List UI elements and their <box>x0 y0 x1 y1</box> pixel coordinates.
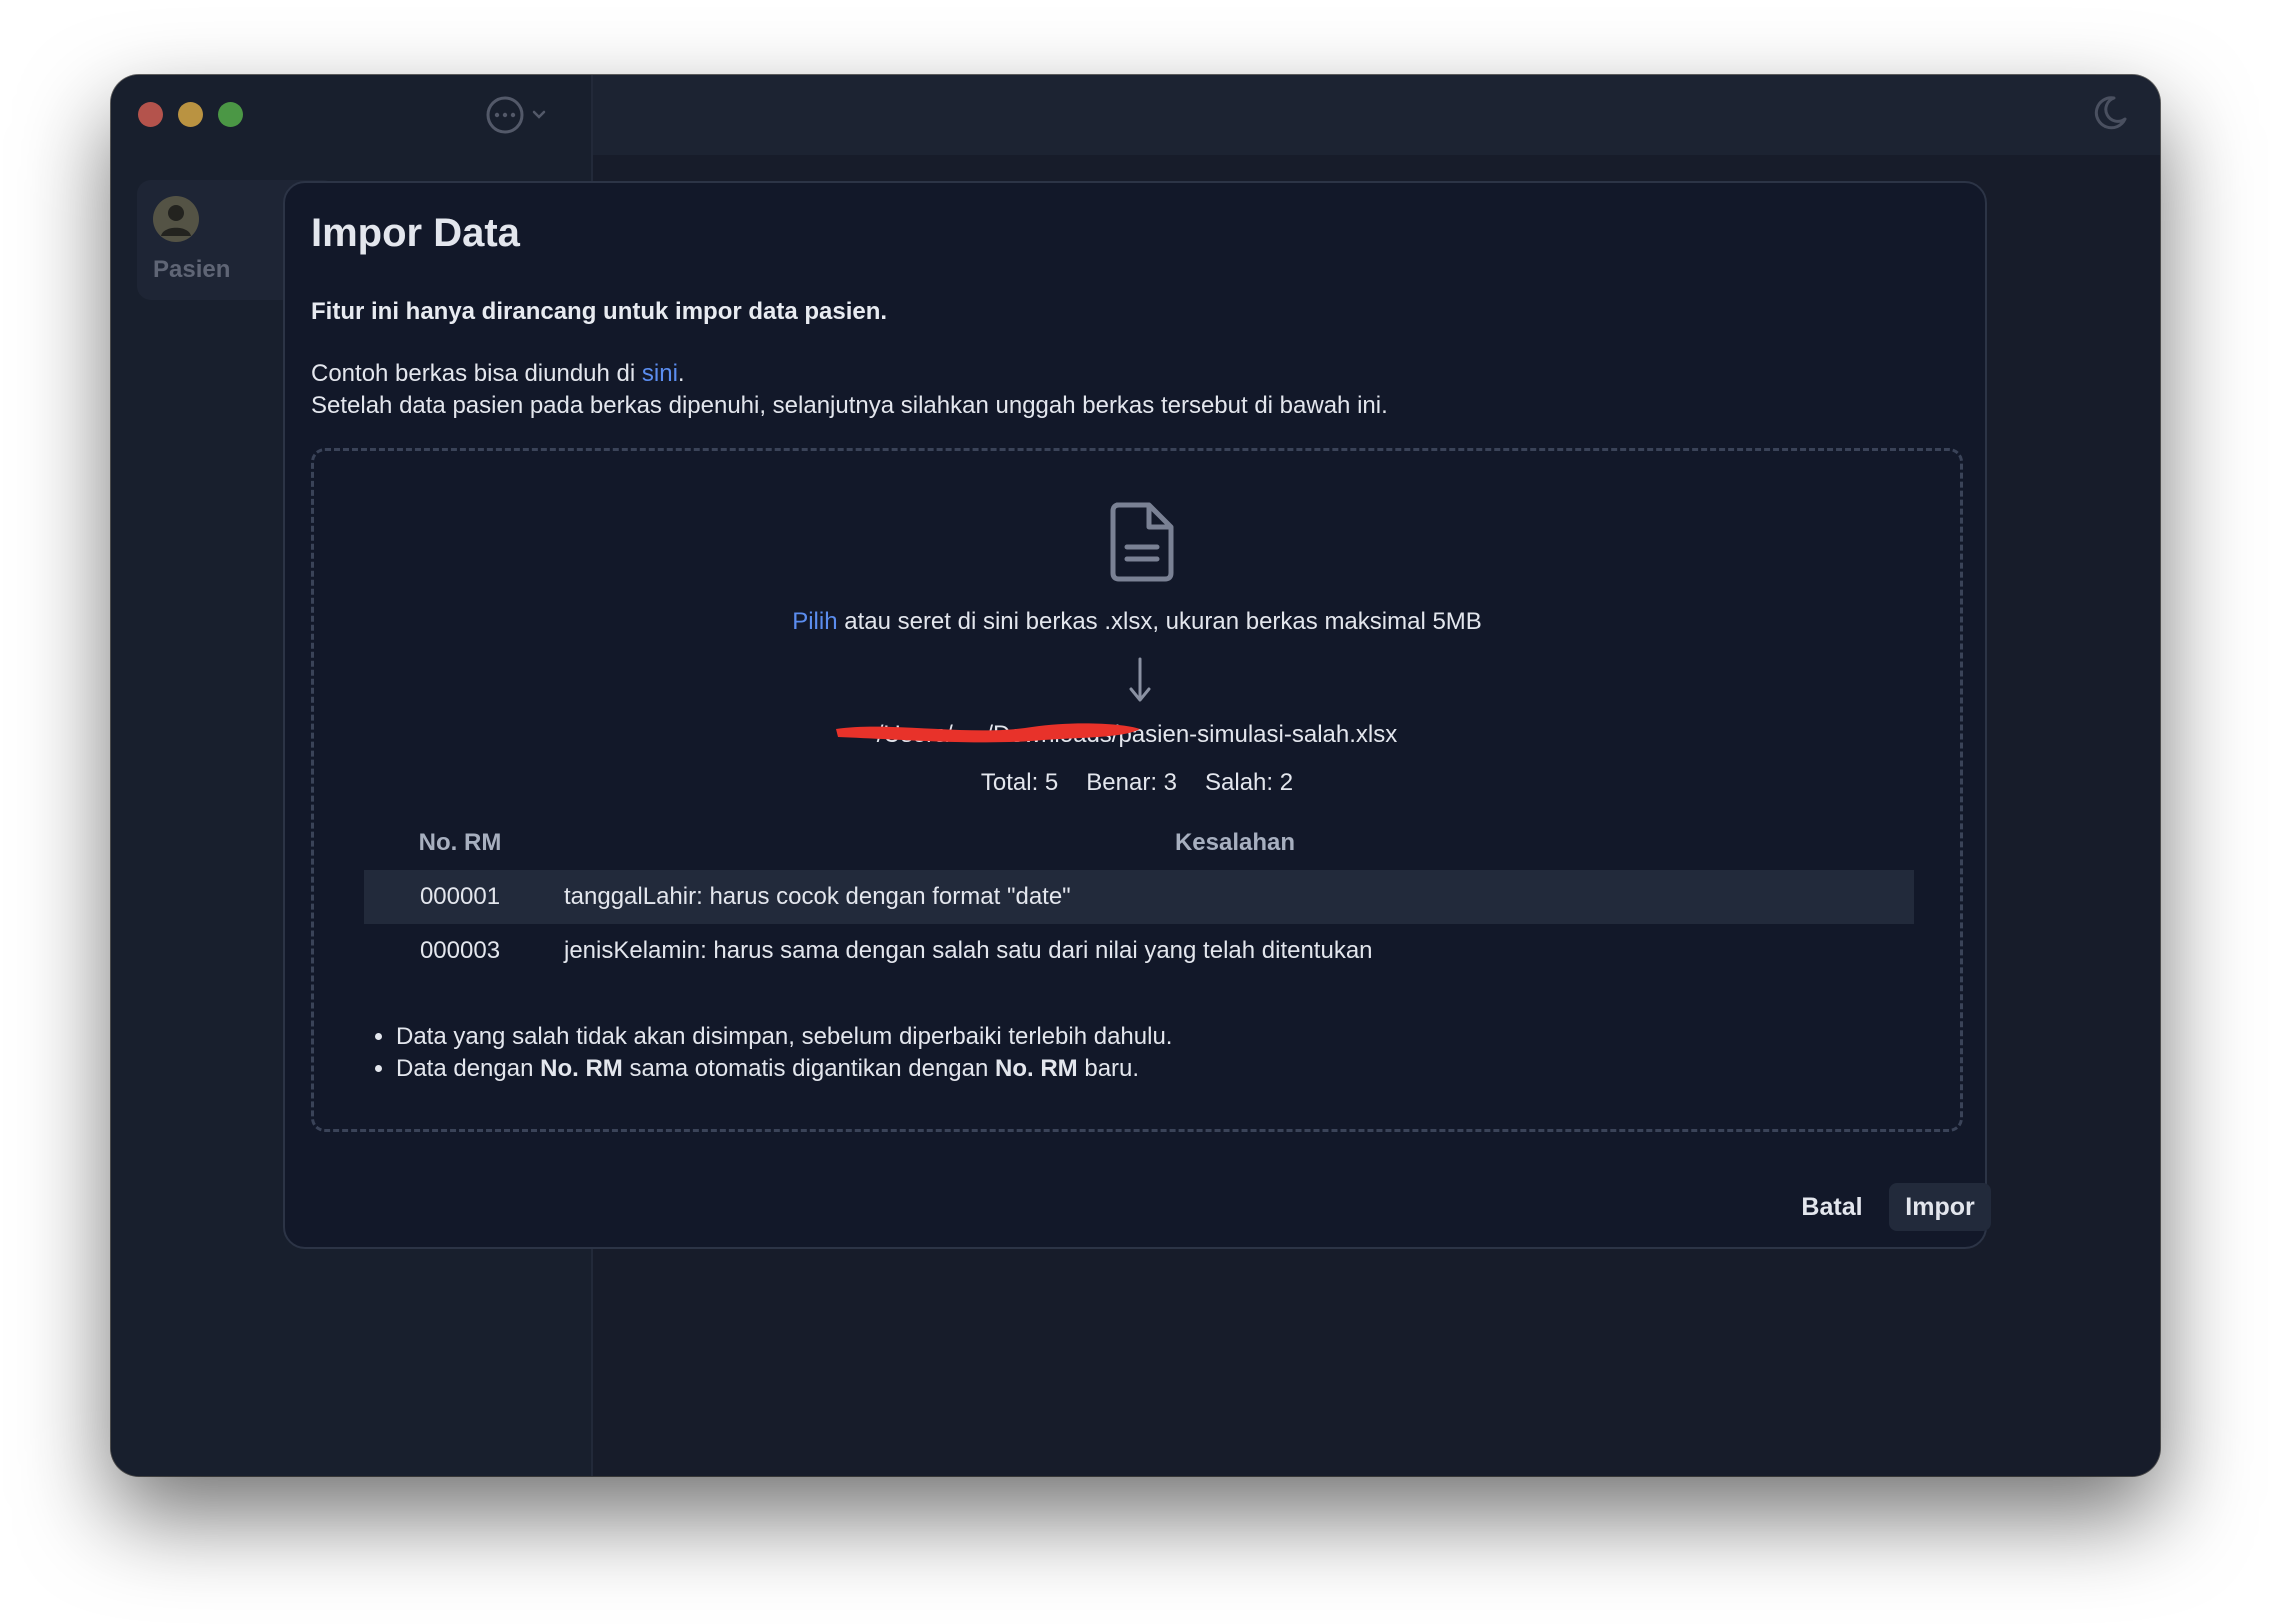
cancel-button[interactable]: Batal <box>1777 1183 1887 1231</box>
dialog-title: Impor Data <box>311 211 520 255</box>
error-table: No. RM Kesalahan 000001 tanggalLahir: ha… <box>364 816 1914 978</box>
import-dialog: Impor Data Fitur ini hanya dirancang unt… <box>283 181 1991 1249</box>
sample-suffix: . <box>677 360 685 387</box>
stat-total: Total: 5 <box>980 769 1059 796</box>
note-bold: No. RM <box>995 1055 1078 1082</box>
document-icon <box>1110 502 1174 582</box>
table-row: 000001 tanggalLahir: harus cocok dengan … <box>364 870 1914 924</box>
note-text: sama otomatis digantikan dengan <box>622 1055 996 1082</box>
drop-instruction: atau seret di sini berkas .xlsx, ukuran … <box>837 608 1482 635</box>
dialog-notice: Fitur ini hanya dirancang untuk impor da… <box>311 298 888 325</box>
sample-download-link[interactable]: sini <box>642 360 678 387</box>
note-item: Data dengan No. RM sama otomatis diganti… <box>396 1053 1172 1085</box>
arrow-down-icon <box>1129 657 1151 702</box>
import-notes: Data yang salah tidak akan disimpan, seb… <box>364 1021 1172 1085</box>
cell-rm: 000001 <box>419 883 501 910</box>
cell-error: jenisKelamin: harus sama dengan salah sa… <box>564 937 1373 964</box>
sample-file-text: Contoh berkas bisa diunduh di sini. <box>311 360 685 388</box>
import-button[interactable]: Impor <box>1889 1183 1991 1231</box>
note-bold: No. RM <box>540 1055 623 1082</box>
import-stats: Total: 5 Benar: 3 Salah: 2 <box>314 769 1960 797</box>
note-text: Data dengan <box>396 1055 541 1082</box>
dropzone-text: Pilih atau seret di sini berkas .xlsx, u… <box>314 608 1960 636</box>
column-header-error: Kesalahan <box>1174 829 1296 856</box>
note-text: baru. <box>1077 1055 1140 1082</box>
column-header-rm: No. RM <box>418 829 502 856</box>
choose-file-link[interactable]: Pilih <box>792 608 837 635</box>
stat-correct: Benar: 3 <box>1086 769 1178 796</box>
app-window: Pasien Impor Data Fitur ini hanya diranc… <box>111 75 2160 1476</box>
instruction-text: Setelah data pasien pada berkas dipenuhi… <box>311 392 1388 419</box>
sample-prefix: Contoh berkas bisa diunduh di <box>311 360 642 387</box>
cell-rm: 000003 <box>419 937 501 964</box>
cell-error: tanggalLahir: harus cocok dengan format … <box>564 883 1071 910</box>
note-item: Data yang salah tidak akan disimpan, seb… <box>396 1021 1172 1053</box>
stat-wrong: Salah: 2 <box>1205 769 1294 796</box>
table-row: 000003 jenisKelamin: harus sama dengan s… <box>364 924 1914 978</box>
file-dropzone[interactable]: Pilih atau seret di sini berkas .xlsx, u… <box>311 448 1963 1132</box>
table-header-row: No. RM Kesalahan <box>364 816 1914 870</box>
redaction-mark <box>836 723 1140 743</box>
